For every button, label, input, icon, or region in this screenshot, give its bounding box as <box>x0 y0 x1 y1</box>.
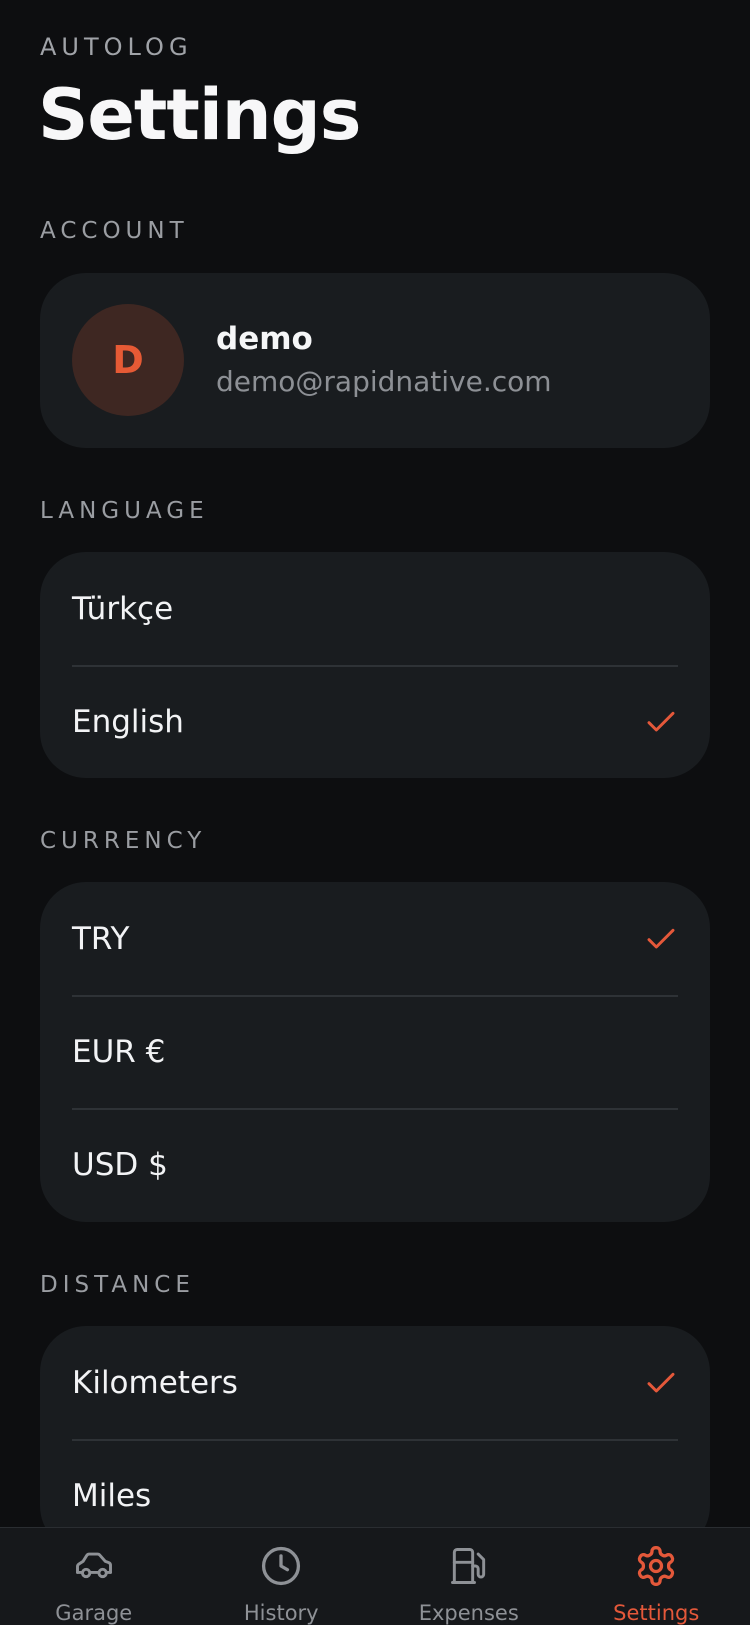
option-label: English <box>72 704 644 740</box>
tab-history[interactable]: History <box>188 1528 376 1625</box>
avatar: D <box>72 304 184 416</box>
tab-label: Garage <box>55 1600 132 1625</box>
option-label: Kilometers <box>72 1365 644 1401</box>
account-name: demo <box>216 319 313 359</box>
app-brand: AUTOLOG <box>40 32 193 62</box>
avatar-initial: D <box>112 338 144 382</box>
tab-label: History <box>244 1600 319 1625</box>
currency-option-try[interactable]: TRY <box>40 882 710 995</box>
currency-option-usd[interactable]: USD $ <box>40 1108 710 1221</box>
option-label: USD $ <box>72 1147 678 1183</box>
tab-expenses[interactable]: Expenses <box>375 1528 563 1625</box>
account-email: demo@rapidnative.com <box>216 363 552 401</box>
check-icon <box>644 922 678 956</box>
account-card[interactable]: D demo demo@rapidnative.com <box>40 273 710 448</box>
clock-icon <box>258 1544 304 1588</box>
check-icon <box>644 705 678 739</box>
language-option-turkce[interactable]: Türkçe <box>40 552 710 665</box>
tab-garage[interactable]: Garage <box>0 1528 188 1625</box>
car-icon <box>71 1544 117 1588</box>
section-label-distance: DISTANCE <box>40 1270 195 1300</box>
option-label: TRY <box>72 921 644 957</box>
settings-screen: AUTOLOG Settings ACCOUNT D demo demo@rap… <box>0 0 750 1624</box>
fuel-pump-icon <box>446 1544 492 1588</box>
tab-label: Expenses <box>419 1600 519 1625</box>
gear-icon <box>633 1544 679 1588</box>
option-label: Türkçe <box>72 591 678 627</box>
currency-card: TRY EUR € USD $ <box>40 882 710 1222</box>
option-label: EUR € <box>72 1034 678 1070</box>
section-label-currency: CURRENCY <box>40 826 206 856</box>
tab-label: Settings <box>613 1600 699 1625</box>
tab-settings[interactable]: Settings <box>563 1528 750 1625</box>
page-title: Settings <box>38 70 360 160</box>
currency-option-eur[interactable]: EUR € <box>40 995 710 1108</box>
option-label: Miles <box>72 1478 678 1514</box>
section-label-language: LANGUAGE <box>40 496 209 526</box>
distance-option-kilometers[interactable]: Kilometers <box>40 1326 710 1439</box>
section-label-account: ACCOUNT <box>40 216 189 246</box>
distance-card: Kilometers Miles <box>40 1326 710 1552</box>
check-icon <box>644 1366 678 1400</box>
language-card: Türkçe English <box>40 552 710 778</box>
bottom-tab-bar: Garage History Expenses <box>0 1527 750 1625</box>
language-option-english[interactable]: English <box>40 665 710 778</box>
